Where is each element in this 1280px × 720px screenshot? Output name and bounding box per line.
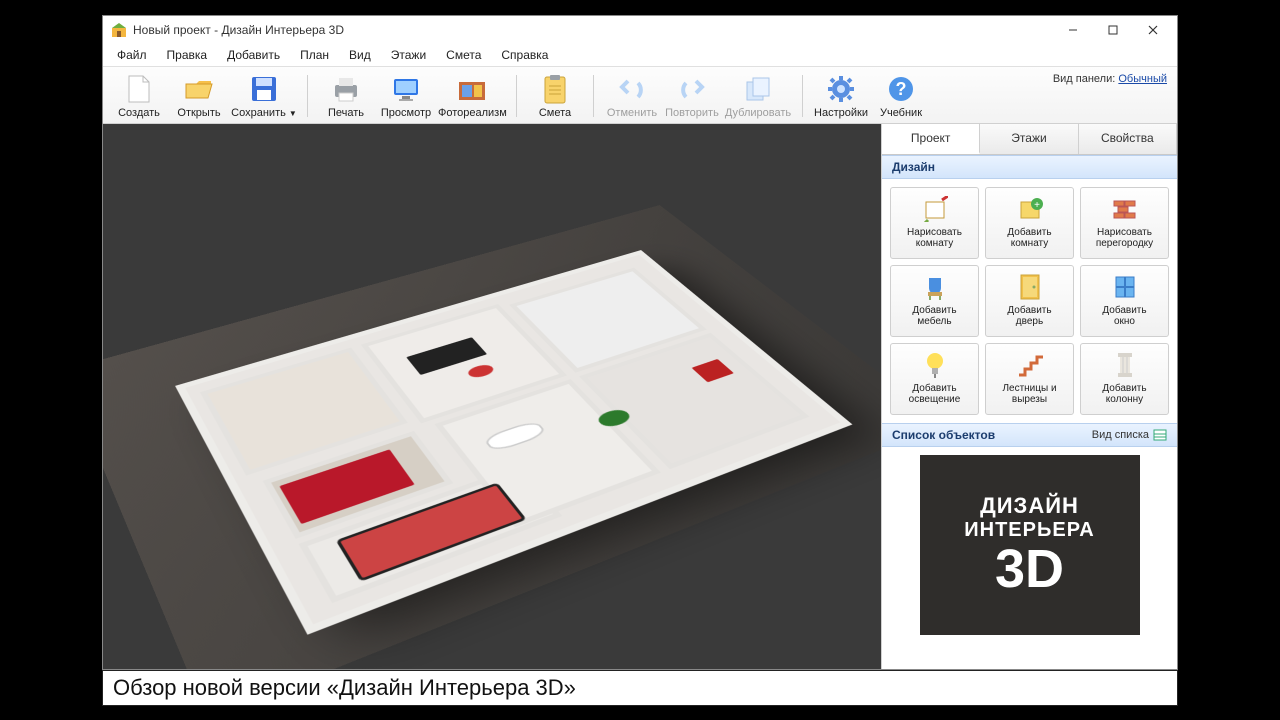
panel-mode: Вид панели: Обычный (1053, 73, 1167, 85)
redo-button[interactable]: Повторить (662, 71, 722, 121)
design-grid: Нарисоватькомнату + Добавитькомнату Нари… (882, 179, 1177, 423)
object-list: ДИЗАЙН ИНТЕРЬЕРА 3D (882, 447, 1177, 669)
tab-project[interactable]: Проект (882, 124, 980, 154)
svg-text:+: + (1034, 200, 1040, 211)
undo-button[interactable]: Отменить (602, 71, 662, 121)
column-icon (1110, 350, 1140, 380)
gear-icon (825, 73, 857, 105)
minimize-button[interactable] (1053, 16, 1093, 44)
side-panel: Проект Этажи Свойства Дизайн Нарисоватьк… (881, 124, 1177, 669)
manual-button[interactable]: ? Учебник (871, 71, 931, 121)
add-door-button[interactable]: Добавитьдверь (985, 265, 1074, 337)
svg-text:?: ? (896, 79, 907, 99)
menu-edit[interactable]: Правка (157, 46, 218, 64)
menu-view[interactable]: Вид (339, 46, 381, 64)
menu-add[interactable]: Добавить (217, 46, 290, 64)
save-button[interactable]: Сохранить ▼ (229, 71, 299, 121)
menu-file[interactable]: Файл (107, 46, 157, 64)
panel-mode-link[interactable]: Обычный (1118, 73, 1167, 85)
section-design-header: Дизайн (882, 155, 1177, 179)
titlebar: Новый проект - Дизайн Интерьера 3D (103, 16, 1177, 44)
add-lighting-button[interactable]: Добавитьосвещение (890, 343, 979, 415)
window-icon (1110, 272, 1140, 302)
add-room-icon: + (1015, 194, 1045, 224)
add-window-button[interactable]: Добавитьокно (1080, 265, 1169, 337)
menu-floors[interactable]: Этажи (381, 46, 436, 64)
duplicate-icon (742, 73, 774, 105)
help-icon: ? (885, 73, 917, 105)
floorplan-render (103, 205, 881, 669)
add-room-button[interactable]: + Добавитькомнату (985, 187, 1074, 259)
maximize-button[interactable] (1093, 16, 1133, 44)
list-view-toggle[interactable] (1153, 429, 1167, 441)
draw-room-icon (920, 194, 950, 224)
new-file-icon (123, 73, 155, 105)
draw-room-button[interactable]: Нарисоватькомнату (890, 187, 979, 259)
menu-estimate[interactable]: Смета (436, 46, 491, 64)
duplicate-button[interactable]: Дублировать (722, 71, 794, 121)
draw-wall-button[interactable]: Нарисоватьперегородку (1080, 187, 1169, 259)
menu-plan[interactable]: План (290, 46, 339, 64)
stairs-icon (1015, 350, 1045, 380)
chevron-down-icon: ▼ (289, 109, 297, 118)
viewport-3d[interactable] (103, 124, 881, 669)
folder-open-icon (183, 73, 215, 105)
add-column-button[interactable]: Добавитьколонну (1080, 343, 1169, 415)
chair-icon (920, 272, 950, 302)
undo-icon (616, 73, 648, 105)
photoreal-icon (456, 73, 488, 105)
list-view-label: Вид списка (1092, 429, 1149, 441)
tab-floors[interactable]: Этажи (980, 124, 1078, 154)
bulb-icon (920, 350, 950, 380)
printer-icon (330, 73, 362, 105)
close-button[interactable] (1133, 16, 1173, 44)
app-icon (111, 22, 127, 38)
clipboard-icon (539, 73, 571, 105)
tab-properties[interactable]: Свойства (1079, 124, 1177, 154)
window-title: Новый проект - Дизайн Интерьера 3D (133, 23, 1053, 37)
menu-help[interactable]: Справка (491, 46, 558, 64)
app-window: Новый проект - Дизайн Интерьера 3D Файл … (102, 15, 1178, 670)
preview-button[interactable]: Просмотр (376, 71, 436, 121)
add-stairs-button[interactable]: Лестницы ивырезы (985, 343, 1074, 415)
save-icon (248, 73, 280, 105)
video-caption: Обзор новой версии «Дизайн Интерьера 3D» (102, 670, 1178, 706)
promo-banner: ДИЗАЙН ИНТЕРЬЕРА 3D (920, 455, 1140, 635)
menubar: Файл Правка Добавить План Вид Этажи Смет… (103, 44, 1177, 66)
photoreal-button[interactable]: Фотореализм (436, 71, 508, 121)
section-objlist-header: Список объектов Вид списка (882, 423, 1177, 447)
print-button[interactable]: Печать (316, 71, 376, 121)
settings-button[interactable]: Настройки (811, 71, 871, 121)
door-icon (1015, 272, 1045, 302)
redo-icon (676, 73, 708, 105)
open-button[interactable]: Открыть (169, 71, 229, 121)
create-button[interactable]: Создать (109, 71, 169, 121)
add-furniture-button[interactable]: Добавитьмебель (890, 265, 979, 337)
toolbar: Создать Открыть Сохранить ▼ Печать (103, 66, 1177, 124)
brick-wall-icon (1110, 194, 1140, 224)
estimate-button[interactable]: Смета (525, 71, 585, 121)
monitor-icon (390, 73, 422, 105)
